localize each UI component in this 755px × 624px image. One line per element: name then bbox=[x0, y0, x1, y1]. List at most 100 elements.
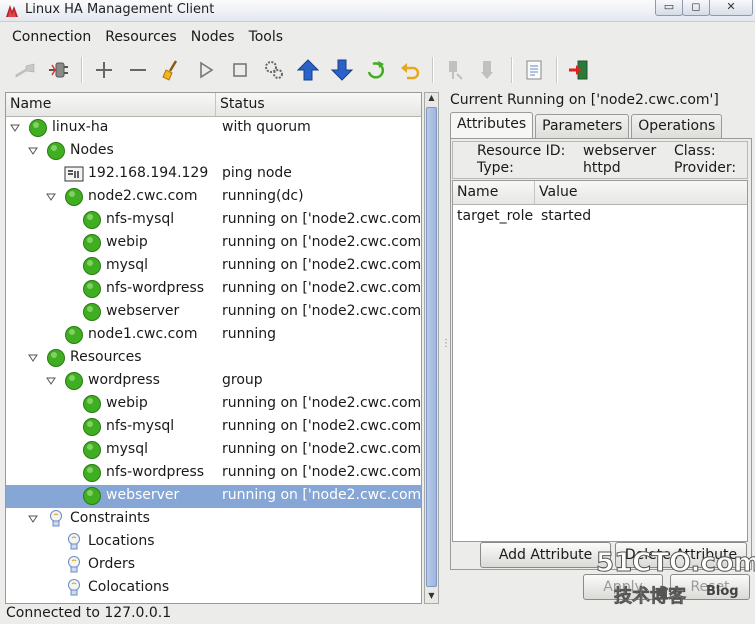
status-running-icon bbox=[83, 464, 101, 482]
tree-row[interactable]: Resources bbox=[6, 347, 421, 370]
minimize-button[interactable]: ▭ bbox=[655, 0, 683, 16]
tree-row[interactable]: 192.168.194.129 ping node bbox=[6, 163, 421, 186]
delete-attribute-button[interactable]: Delete Attribute bbox=[615, 542, 747, 568]
tree-row[interactable]: mysql running on ['node2.cwc.com'] bbox=[6, 255, 421, 278]
window-controls: ▭ ◻ ✕ bbox=[655, 0, 753, 16]
tree-header: Name Status bbox=[6, 93, 421, 117]
tree-scrollbar[interactable]: ▲ ▼ bbox=[424, 92, 439, 604]
scrollbar-thumb[interactable] bbox=[426, 107, 437, 587]
expander-arrow-icon[interactable] bbox=[28, 514, 38, 524]
attributes-table-header: Name Value bbox=[453, 181, 747, 205]
expander-arrow-icon[interactable] bbox=[28, 353, 38, 363]
tree-row[interactable]: webserver running on ['node2.cwc.com'] bbox=[6, 301, 421, 324]
tree-row[interactable]: webip running on ['node2.cwc.com'] bbox=[6, 393, 421, 416]
expander-arrow-icon[interactable] bbox=[28, 146, 38, 156]
refresh-icon bbox=[367, 61, 384, 79]
menu-nodes[interactable]: Nodes bbox=[185, 26, 241, 48]
tab-parameters[interactable]: Parameters bbox=[535, 114, 630, 140]
tree-row[interactable]: node1.cwc.com running bbox=[6, 324, 421, 347]
tree-row[interactable]: nfs-mysql running on ['node2.cwc.com'] bbox=[6, 416, 421, 439]
active-button[interactable] bbox=[472, 54, 506, 86]
scroll-down-arrow-icon[interactable]: ▼ bbox=[426, 591, 437, 603]
resource-id-value: webserver bbox=[583, 143, 657, 159]
attr-value-cell: started bbox=[541, 208, 592, 224]
cluster-tree[interactable]: Name Status linux-ha with quorum Nodes 192.… bbox=[5, 92, 422, 604]
tree-item-name: node2.cwc.com bbox=[88, 188, 198, 204]
menu-tools[interactable]: Tools bbox=[243, 26, 290, 48]
close-button[interactable]: ✕ bbox=[709, 0, 753, 16]
expander-arrow-icon[interactable] bbox=[46, 376, 56, 386]
move-up-icon bbox=[296, 59, 320, 81]
remove-button[interactable] bbox=[121, 54, 155, 86]
tree-row[interactable]: Nodes bbox=[6, 140, 421, 163]
tree-row[interactable]: Constraints bbox=[6, 508, 421, 531]
standby-icon bbox=[449, 61, 463, 80]
disconnect-icon bbox=[49, 62, 68, 78]
status-running-icon bbox=[65, 326, 83, 344]
column-header-name[interactable]: Name bbox=[6, 93, 216, 116]
stop-button[interactable] bbox=[223, 54, 257, 86]
stop-icon bbox=[233, 63, 247, 77]
attr-column-header-value[interactable]: Value bbox=[535, 181, 581, 204]
expander-arrow-icon[interactable] bbox=[10, 123, 20, 133]
add-button[interactable] bbox=[87, 54, 121, 86]
resource-id-label: Resource ID: bbox=[477, 143, 566, 159]
tree-item-name: node1.cwc.com bbox=[88, 326, 198, 342]
title-bar: Linux HA Management Client ▭ ◻ ✕ bbox=[0, 0, 755, 22]
column-header-status[interactable]: Status bbox=[216, 93, 269, 116]
start-button[interactable] bbox=[189, 54, 223, 86]
apply-button[interactable]: Apply bbox=[583, 574, 663, 600]
connect-icon bbox=[15, 63, 35, 78]
view-xml-button[interactable] bbox=[517, 54, 551, 86]
status-running-icon bbox=[65, 372, 83, 390]
settings-button[interactable] bbox=[257, 54, 291, 86]
tree-item-name: webip bbox=[106, 234, 148, 250]
tree-row[interactable]: mysql running on ['node2.cwc.com'] bbox=[6, 439, 421, 462]
constraint-bulb-icon bbox=[68, 533, 80, 550]
status-running-icon bbox=[83, 395, 101, 413]
status-running-icon bbox=[83, 487, 101, 505]
tree-row[interactable]: webserver running on ['node2.cwc.com'] bbox=[6, 485, 421, 508]
move-up-button[interactable] bbox=[291, 54, 325, 86]
tree-row[interactable]: nfs-wordpress running on ['node2.cwc.com'… bbox=[6, 462, 421, 485]
tree-row[interactable]: Orders bbox=[6, 554, 421, 577]
tree-row[interactable]: node2.cwc.com running(dc) bbox=[6, 186, 421, 209]
undo-button[interactable] bbox=[393, 54, 427, 86]
tree-row[interactable]: nfs-wordpress running on ['node2.cwc.com'… bbox=[6, 278, 421, 301]
constraint-bulb-icon bbox=[68, 579, 80, 596]
tree-item-name: mysql bbox=[106, 441, 148, 457]
constraint-bulb-icon bbox=[68, 556, 80, 573]
standby-button[interactable] bbox=[438, 54, 472, 86]
reset-button[interactable]: Reset bbox=[670, 574, 750, 600]
tree-item-name: nfs-wordpress bbox=[106, 280, 205, 296]
tab-attributes[interactable]: Attributes bbox=[450, 112, 534, 140]
tree-row[interactable]: nfs-mysql running on ['node2.cwc.com'] bbox=[6, 209, 421, 232]
toolbar-separator bbox=[432, 57, 433, 83]
tree-row[interactable]: Locations bbox=[6, 531, 421, 554]
tree-row[interactable]: Colocations bbox=[6, 577, 421, 600]
tree-item-name: Nodes bbox=[70, 142, 114, 158]
attr-column-header-name[interactable]: Name bbox=[453, 181, 535, 204]
move-down-button[interactable] bbox=[325, 54, 359, 86]
attributes-table[interactable]: Name Value target_role started bbox=[452, 180, 748, 542]
scroll-up-arrow-icon[interactable]: ▲ bbox=[426, 93, 437, 105]
disconnect-button[interactable] bbox=[42, 54, 76, 86]
maximize-button[interactable]: ◻ bbox=[682, 0, 710, 16]
refresh-button[interactable] bbox=[359, 54, 393, 86]
menu-bar: Connection Resources Nodes Tools bbox=[0, 24, 755, 50]
tab-operations[interactable]: Operations bbox=[631, 114, 723, 140]
resource-class-label: Class: bbox=[674, 143, 716, 159]
expander-arrow-icon[interactable] bbox=[46, 192, 56, 202]
cleanup-button[interactable] bbox=[155, 54, 189, 86]
menu-resources[interactable]: Resources bbox=[99, 26, 183, 48]
add-attribute-button[interactable]: Add Attribute bbox=[480, 542, 611, 568]
tree-row[interactable]: linux-ha with quorum bbox=[6, 117, 421, 140]
tree-item-name: nfs-wordpress bbox=[106, 464, 205, 480]
menu-connection[interactable]: Connection bbox=[6, 26, 97, 48]
tree-item-status: with quorum bbox=[222, 119, 311, 135]
tree-row[interactable]: webip running on ['node2.cwc.com'] bbox=[6, 232, 421, 255]
tree-item-status: ping node bbox=[222, 165, 292, 181]
tree-row[interactable]: wordpress group bbox=[6, 370, 421, 393]
exit-button[interactable] bbox=[562, 54, 596, 86]
connect-button[interactable] bbox=[8, 54, 42, 86]
